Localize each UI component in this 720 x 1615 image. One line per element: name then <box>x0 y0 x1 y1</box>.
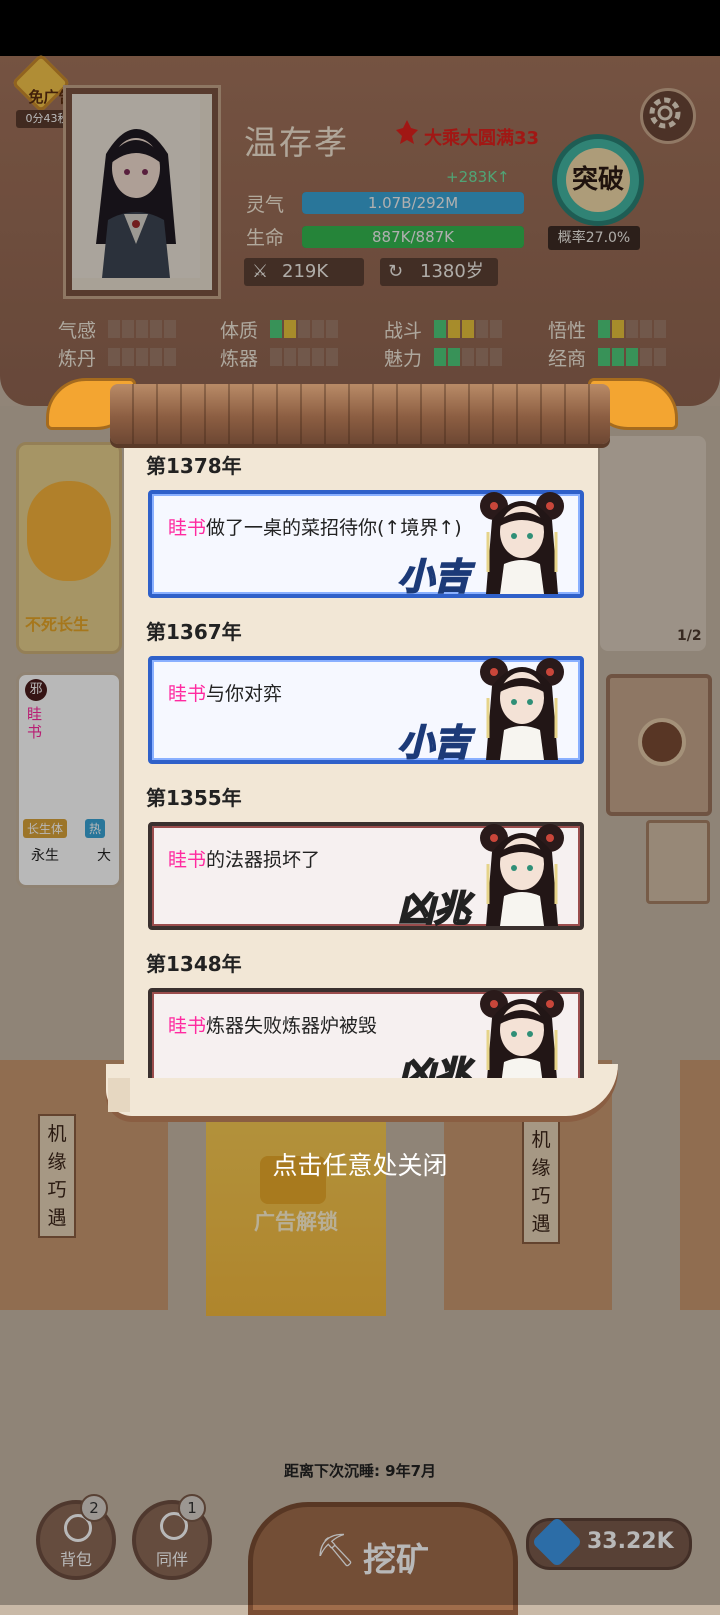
event-description: 与你对弈 <box>206 683 283 705</box>
scroll-paper-fold <box>108 1078 130 1112</box>
event-character-name: 眭书 <box>168 1015 207 1037</box>
event-text: 眭书与你对弈 <box>168 680 468 708</box>
event-year: 第1378年 <box>146 454 242 478</box>
event-description: 炼器失败炼器炉被毁 <box>206 1015 378 1037</box>
event-year: 第1348年 <box>146 952 242 976</box>
fortune-stamp: 凶兆 <box>397 1054 471 1078</box>
event-text: 眭书的法器损坏了 <box>168 846 468 874</box>
scroll-rod-texture <box>110 384 610 444</box>
fortune-stamp: 小吉 <box>397 722 471 765</box>
event-character-name: 眭书 <box>168 517 207 539</box>
companion-portrait-icon <box>480 990 564 1078</box>
companion-portrait-icon <box>480 658 564 760</box>
event-character-name: 眭书 <box>168 849 207 871</box>
event-card[interactable]: 眭书炼器失败炼器炉被毁 凶兆 <box>148 988 584 1078</box>
close-hint: 点击任意处关闭 <box>272 1151 448 1180</box>
fortune-stamp: 凶兆 <box>397 888 471 931</box>
companion-portrait-icon <box>480 492 564 594</box>
companion-portrait-icon <box>480 824 564 926</box>
fortune-stamp: 小吉 <box>397 556 471 599</box>
event-text: 眭书炼器失败炼器炉被毁 <box>168 1012 468 1040</box>
event-card[interactable]: 眭书做了一桌的菜招待你(↑境界↑) 小吉 <box>148 490 584 599</box>
event-year: 第1355年 <box>146 786 242 810</box>
event-character-name: 眭书 <box>168 683 207 705</box>
event-log-scroll[interactable]: 第1378年 眭书做了一桌的菜招待你(↑境界↑) 小吉 第1367年 眭书与你对弈 小吉第… <box>124 438 598 1078</box>
event-card[interactable]: 眭书与你对弈小吉 <box>148 656 584 765</box>
event-description: 的法器损坏了 <box>206 849 321 871</box>
event-card[interactable]: 眭书的法器损坏了凶兆 <box>148 822 584 931</box>
event-year: 第1367年 <box>146 620 242 644</box>
event-description: 做了一桌的菜招待你(↑境界↑) <box>206 517 462 539</box>
event-text: 眭书做了一桌的菜招待你(↑境界↑) <box>168 514 468 542</box>
status-bar <box>0 0 720 56</box>
